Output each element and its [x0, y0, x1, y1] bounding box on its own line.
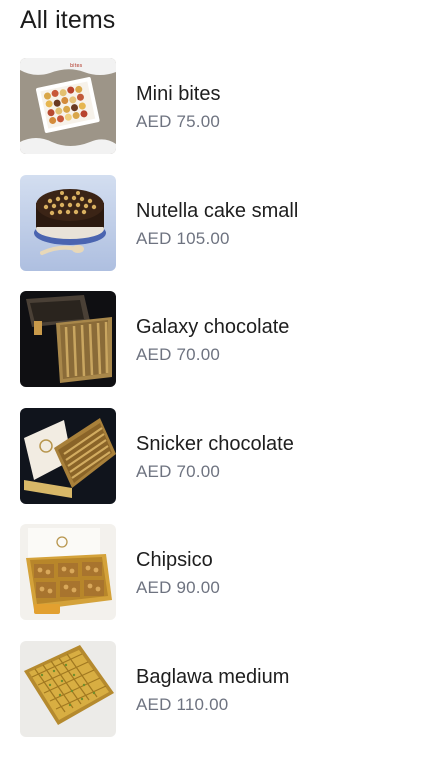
item-price: AED 70.00 — [136, 462, 220, 482]
item-image — [20, 175, 116, 271]
item-price: AED 105.00 — [136, 229, 230, 249]
item-name: Mini bites — [136, 83, 220, 106]
list-item[interactable]: Baglawa medium AED 110.00 — [0, 641, 425, 757]
item-list: bites — [0, 58, 425, 757]
list-item[interactable]: Galaxy chocolate AED 70.00 — [0, 291, 425, 408]
item-price: AED 110.00 — [136, 695, 228, 715]
item-image — [20, 524, 116, 620]
item-name: Snicker chocolate — [136, 433, 294, 456]
item-image: bites — [20, 58, 116, 154]
list-item[interactable]: bites — [0, 58, 425, 175]
item-price: AED 70.00 — [136, 345, 220, 365]
list-item[interactable]: Snicker chocolate AED 70.00 — [0, 408, 425, 525]
item-price: AED 75.00 — [136, 112, 220, 132]
item-name: Nutella cake small — [136, 200, 298, 223]
item-name: Galaxy chocolate — [136, 316, 289, 339]
svg-text:bites: bites — [70, 63, 83, 69]
page-title: All items — [20, 6, 115, 35]
item-name: Baglawa medium — [136, 666, 289, 689]
list-item[interactable]: Nutella cake small AED 105.00 — [0, 175, 425, 292]
item-image — [20, 291, 116, 387]
item-price: AED 90.00 — [136, 578, 220, 598]
list-item[interactable]: Chipsico AED 90.00 — [0, 524, 425, 641]
item-name: Chipsico — [136, 549, 213, 572]
item-image — [20, 408, 116, 504]
item-image — [20, 641, 116, 737]
